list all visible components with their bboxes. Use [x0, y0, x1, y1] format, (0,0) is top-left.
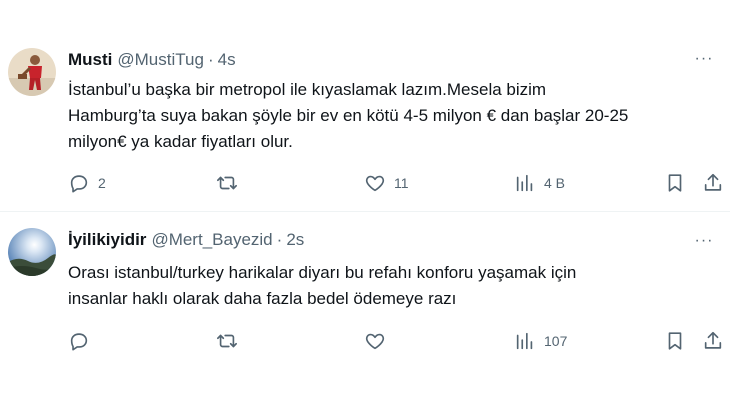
avatar[interactable]: [8, 48, 56, 96]
timestamp[interactable]: 2s: [286, 230, 304, 250]
bookmark-icon: [668, 332, 682, 350]
like-button[interactable]: 11: [364, 172, 409, 194]
timestamp[interactable]: 4s: [218, 50, 236, 70]
more-options-icon[interactable]: ···: [694, 231, 714, 251]
share-icon: [704, 331, 722, 349]
views-button[interactable]: 107: [514, 330, 567, 352]
tweet-actions: 2 11 4 B: [68, 170, 722, 196]
avatar[interactable]: [8, 228, 56, 276]
display-name[interactable]: Musti: [68, 50, 112, 70]
display-name[interactable]: İyilikiyidir: [68, 230, 146, 250]
tweet-text: İstanbul’u başka bir metropol ile kıyasl…: [68, 77, 718, 155]
views-chart-icon: [516, 174, 533, 192]
tweet-text-line: milyon€ ya kadar fiyatları olur.: [68, 132, 293, 151]
tweet-text-line: Hamburg’ta suya bakan şöyle bir ev en kö…: [68, 106, 629, 125]
separator-dot: ·: [276, 230, 283, 249]
retweet-button[interactable]: [216, 172, 246, 194]
reply-count: 2: [98, 175, 106, 191]
tweet-text-line: Orası istanbul/turkey harikalar diyarı b…: [68, 263, 577, 282]
views-chart-icon: [516, 332, 533, 350]
heart-icon: [365, 333, 385, 350]
tweet-header: Musti @MustiTug · 4s: [68, 49, 236, 71]
tweet[interactable]: İyilikiyidir @Mert_Bayezid · 2s ··· Oras…: [0, 213, 730, 373]
user-handle[interactable]: @MustiTug: [117, 50, 204, 70]
share-button[interactable]: [702, 172, 724, 194]
share-button[interactable]: [702, 330, 724, 352]
share-icon: [704, 173, 722, 191]
retweet-button[interactable]: [216, 330, 246, 352]
tweet-text-line: İstanbul’u başka bir metropol ile kıyasl…: [68, 80, 547, 99]
tweet-text-line: insanlar haklı olarak daha fazla bedel ö…: [68, 289, 457, 308]
bookmark-button[interactable]: [664, 330, 686, 352]
view-count: 4 B: [544, 175, 566, 191]
views-button[interactable]: 4 B: [514, 172, 565, 194]
tweet-actions: 107: [68, 328, 722, 354]
tweet[interactable]: Musti @MustiTug · 4s ··· İstanbul’u başk…: [0, 0, 730, 212]
reply-button[interactable]: [68, 330, 98, 352]
retweet-icon: [217, 176, 237, 190]
more-options-icon[interactable]: ···: [694, 49, 714, 69]
heart-icon: [365, 175, 385, 192]
reply-icon: [70, 333, 88, 351]
like-button[interactable]: [364, 330, 394, 352]
view-count: 107: [544, 333, 568, 349]
like-count: 11: [394, 175, 409, 191]
bookmark-icon: [668, 174, 682, 192]
reply-icon: [70, 175, 88, 193]
user-handle[interactable]: @Mert_Bayezid: [151, 230, 272, 250]
retweet-icon: [217, 334, 237, 348]
tweet-header: İyilikiyidir @Mert_Bayezid · 2s: [68, 229, 304, 251]
tweet-text: Orası istanbul/turkey harikalar diyarı b…: [68, 260, 718, 312]
separator-dot: ·: [207, 50, 214, 69]
bookmark-button[interactable]: [664, 172, 686, 194]
reply-button[interactable]: 2: [68, 172, 106, 194]
